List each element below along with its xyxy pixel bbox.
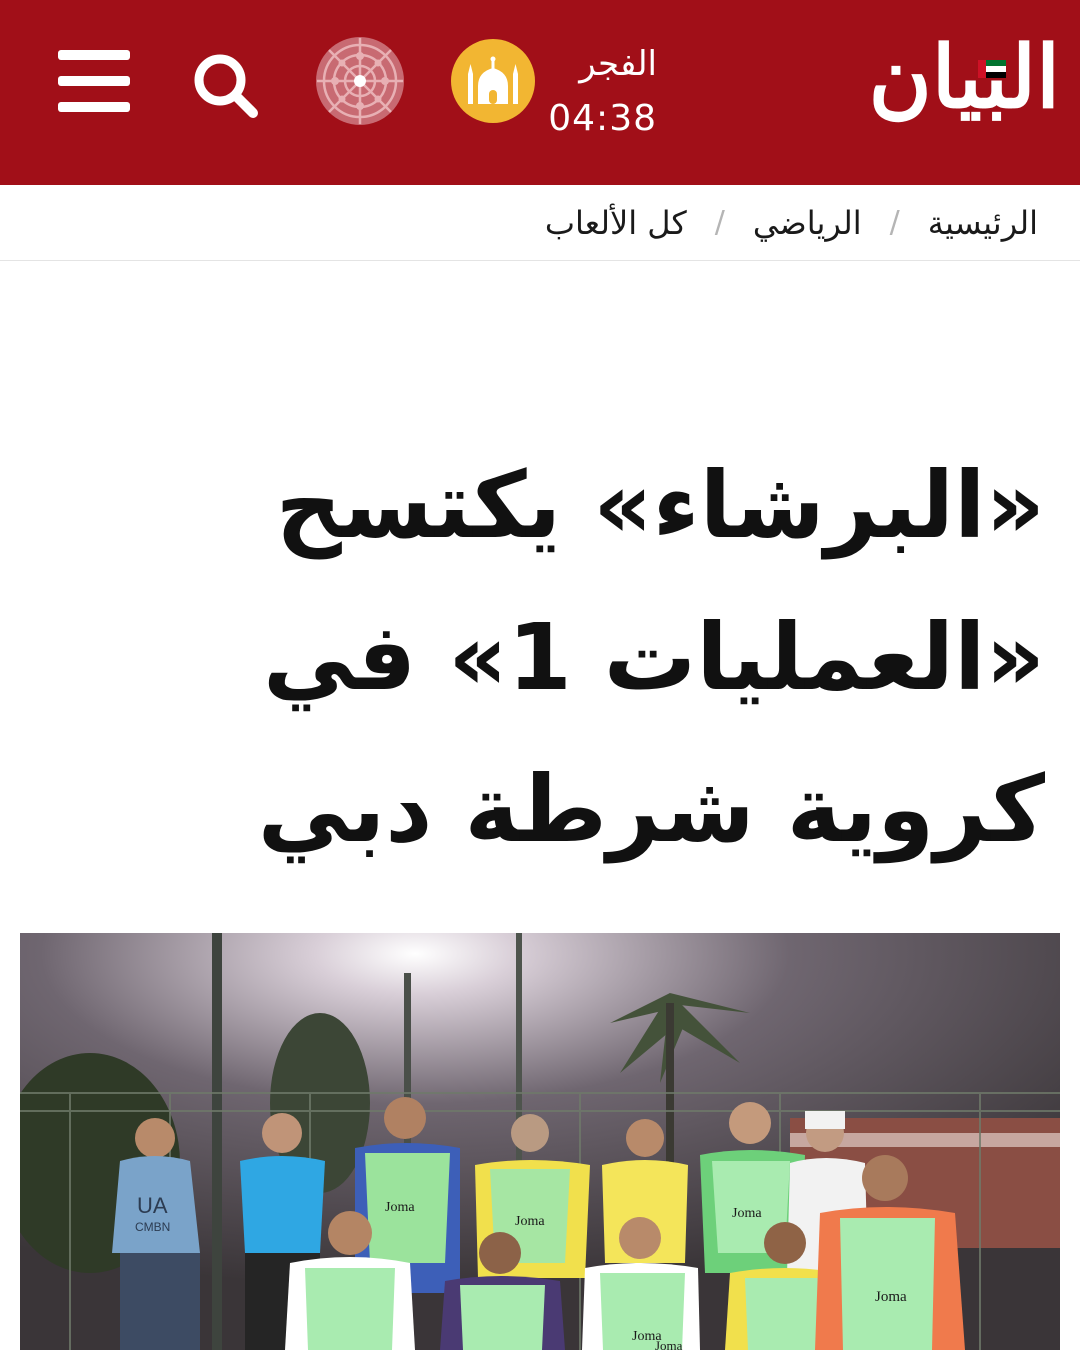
article-headline: «البرشاء» يكتسح «العمليات 1» في كروية شر… (257, 452, 1045, 863)
breadcrumb-separator: / (714, 205, 725, 240)
prayer-name: الفجر (579, 44, 657, 84)
breadcrumb-all-games[interactable]: كل الألعاب (545, 204, 687, 242)
shirt-text: Joma (875, 1289, 907, 1305)
top-header: الفجر 04:38 البيان (0, 0, 1080, 185)
shirt-text: CMBN (135, 1220, 170, 1234)
geometric-emblem-icon[interactable] (315, 36, 405, 126)
shirt-text: UA (137, 1193, 168, 1218)
mosque-icon (450, 38, 536, 124)
menu-button[interactable] (58, 50, 130, 112)
article-photo: UA CMBN Joma Joma Joma Joma Joma Joma (20, 933, 1060, 1350)
breadcrumb: الرئيسية / الرياضي / كل الألعاب (0, 185, 1080, 261)
site-logo[interactable]: البيان (820, 18, 1060, 138)
shirt-text: Joma (655, 1338, 683, 1350)
hamburger-menu-icon (58, 50, 130, 60)
breadcrumb-separator: / (889, 205, 900, 240)
shirt-text: Joma (732, 1206, 762, 1221)
shirt-text: Joma (385, 1200, 415, 1215)
breadcrumb-sports[interactable]: الرياضي (753, 204, 862, 242)
search-icon (194, 54, 258, 118)
uae-flag-icon (978, 60, 1006, 78)
breadcrumb-home[interactable]: الرئيسية (928, 204, 1038, 242)
shirt-text: Joma (515, 1214, 545, 1229)
hamburger-menu-icon (58, 76, 130, 86)
prayer-time: 04:38 (548, 98, 657, 139)
search-button[interactable] (190, 50, 260, 120)
hamburger-menu-icon (58, 102, 130, 112)
